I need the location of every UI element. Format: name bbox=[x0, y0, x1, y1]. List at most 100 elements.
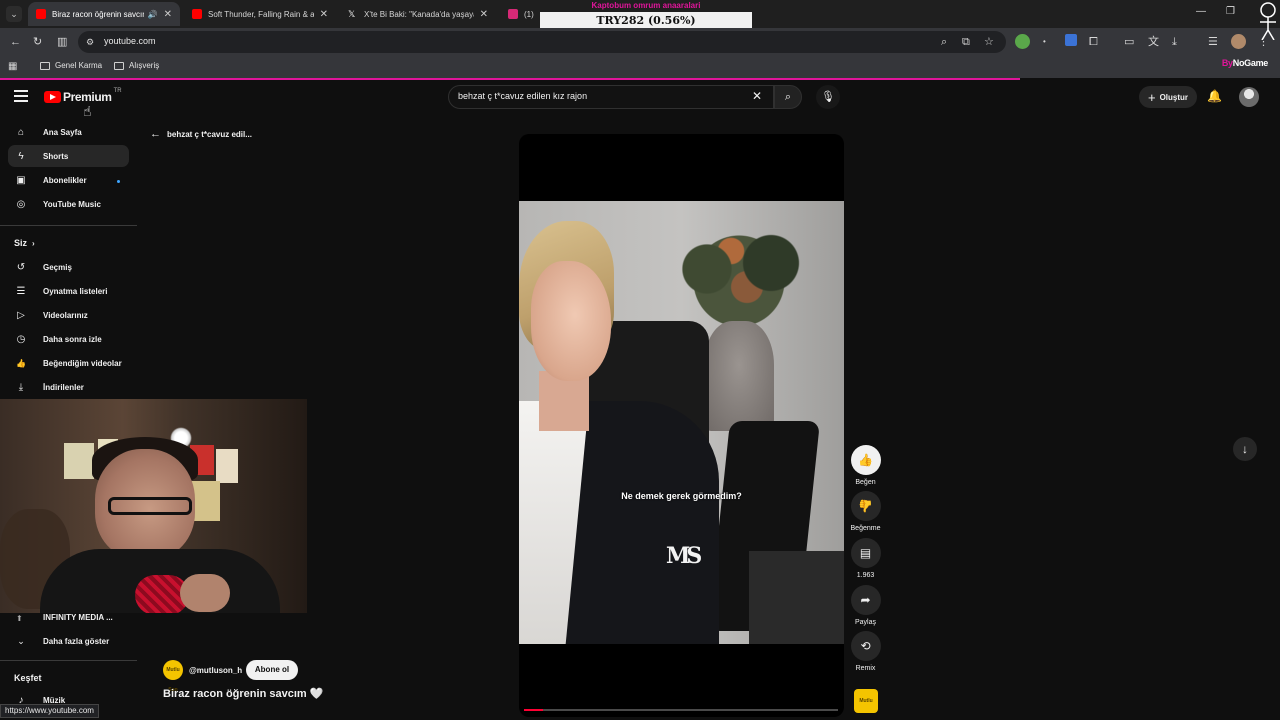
minimize-icon[interactable]: — bbox=[1196, 6, 1206, 17]
cast-icon[interactable]: ⧉ bbox=[962, 35, 970, 49]
channel-handle[interactable]: @mutluson_h bbox=[189, 666, 242, 675]
bookmark-folder[interactable]: Genel Karma bbox=[40, 61, 102, 70]
download-icon[interactable]: ⤓ bbox=[1172, 35, 1177, 49]
sidebar-item-subscriptions[interactable]: ▣ Abonelikler bbox=[8, 169, 129, 191]
sidebar-item-watch-later[interactable]: ◷ Daha sonra izle bbox=[8, 328, 129, 350]
chevron-down-icon: ⌄ bbox=[17, 635, 25, 646]
logo-brand-text: Premium bbox=[63, 90, 112, 104]
close-tab-icon[interactable]: ✕ bbox=[320, 9, 328, 20]
tab-title: Biraz racon öğrenin savcım bbox=[52, 9, 144, 19]
folder-icon bbox=[40, 61, 50, 70]
sound-thumbnail[interactable]: Mutlu Son bbox=[854, 689, 878, 713]
search-button[interactable]: ⌕ bbox=[774, 85, 802, 109]
youtube-favicon-icon bbox=[36, 9, 46, 19]
translate-icon[interactable]: 文 bbox=[1148, 35, 1159, 49]
sidebar-item-home[interactable]: ⌂ Ana Sayfa bbox=[8, 121, 129, 143]
bookmark-folder[interactable]: Alışveriş bbox=[114, 61, 159, 70]
browser-tab[interactable]: Soft Thunder, Falling Rain & a ✕ bbox=[184, 2, 336, 26]
microphone-icon: 🎙 bbox=[821, 91, 835, 103]
clear-search-icon[interactable]: ✕ bbox=[752, 89, 762, 103]
sidebar-item-your-videos[interactable]: ▷ Videolarınız bbox=[8, 304, 129, 326]
youtube-play-icon bbox=[44, 91, 61, 103]
site-info-icon[interactable]: ⚙ bbox=[86, 35, 94, 49]
close-tab-icon[interactable]: ✕ bbox=[480, 9, 488, 20]
remix-button[interactable]: ⟲ Remix bbox=[849, 631, 882, 672]
sidebar-item-history[interactable]: ↺ Geçmiş bbox=[8, 256, 129, 278]
sidebar-item-shorts[interactable]: ϟ Shorts bbox=[8, 145, 129, 167]
create-button[interactable]: + Oluştur bbox=[1139, 86, 1197, 108]
arrow-down-icon: ↓ bbox=[1242, 442, 1248, 456]
subscriptions-icon: ▣ bbox=[16, 174, 26, 186]
reading-list-icon[interactable]: ☰ bbox=[1208, 35, 1218, 49]
stream-overlay: Kaptobum omrum anaaralari TRY282 (0.56%) bbox=[540, 0, 752, 31]
sidebar-item-label: Beğendiğim videolar bbox=[43, 358, 122, 368]
account-avatar[interactable] bbox=[1239, 87, 1259, 107]
notifications-bell-icon[interactable]: 🔔 bbox=[1207, 89, 1222, 103]
sidebar-item-downloads[interactable]: ⤓ İndirilenler bbox=[8, 376, 129, 398]
youtube-premium-logo[interactable]: Premium TR bbox=[44, 88, 122, 104]
extension-icon[interactable] bbox=[1015, 34, 1030, 49]
video-progress-bar[interactable] bbox=[524, 709, 838, 711]
address-bar[interactable] bbox=[78, 31, 1006, 53]
channel-avatar-small[interactable]: ⬆ bbox=[16, 612, 23, 626]
sidebar-item-liked-videos[interactable]: 👍 Beğendiğim videolar bbox=[8, 352, 129, 374]
video-progress-fill bbox=[524, 709, 543, 711]
dislike-button[interactable]: 👍 Beğenme bbox=[849, 491, 882, 532]
sidebar-item-label: İndirilenler bbox=[43, 382, 84, 392]
extension-dot-icon[interactable]: • bbox=[1043, 35, 1046, 49]
maximize-icon[interactable]: ❐ bbox=[1226, 6, 1235, 17]
back-icon[interactable]: ← bbox=[10, 35, 21, 49]
browser-tab-active[interactable]: Biraz racon öğrenin savcım 🔊 ✕ bbox=[28, 2, 180, 26]
country-code: TR bbox=[113, 88, 122, 94]
subscribe-button[interactable]: Abone ol bbox=[246, 660, 298, 680]
sidebar-toggle-icon[interactable]: ▥ bbox=[57, 35, 67, 49]
zoom-icon[interactable]: ⌕ bbox=[941, 35, 947, 49]
search-icon: ⌕ bbox=[784, 91, 792, 103]
next-short-button[interactable]: ↓ bbox=[1233, 437, 1257, 461]
you-heading-label: Siz bbox=[14, 238, 28, 248]
x-favicon-icon: 𝕏 bbox=[348, 9, 356, 19]
show-more-button[interactable]: ⌄ Daha fazla göster bbox=[8, 630, 129, 652]
watch-later-icon: ◷ bbox=[16, 333, 26, 345]
profile-avatar-icon[interactable] bbox=[1231, 34, 1246, 49]
sidebar-item-youtube-music[interactable]: ◎ YouTube Music bbox=[8, 193, 129, 215]
bynogame-logo-by: By bbox=[1221, 58, 1233, 68]
sidebar-you-heading[interactable]: Siz › bbox=[14, 238, 35, 248]
dislike-label: Beğenme bbox=[850, 525, 881, 532]
shorts-video-player[interactable] bbox=[519, 134, 844, 717]
sidebar-subscription-channel[interactable]: INFINITY MEDIA ... bbox=[43, 613, 113, 622]
create-label: Oluştur bbox=[1159, 92, 1189, 102]
url-text[interactable]: youtube.com bbox=[104, 36, 156, 46]
streamer-webcam-overlay bbox=[0, 399, 307, 613]
browser-tab[interactable]: 𝕏 X'te Bi Baki: "Kanada'da yaşaya ✕ bbox=[340, 2, 496, 26]
translate-extension-icon[interactable] bbox=[1065, 34, 1077, 46]
tab-search-icon[interactable]: ⌄ bbox=[6, 6, 22, 22]
channel-watermark: MS bbox=[666, 543, 702, 569]
tab-title: X'te Bi Baki: "Kanada'da yaşaya bbox=[364, 9, 474, 19]
voice-search-button[interactable]: 🎙 bbox=[816, 85, 840, 109]
share-button[interactable]: ➦ Paylaş bbox=[849, 585, 882, 626]
video-frame bbox=[519, 201, 844, 644]
back-to-search-link[interactable]: ← behzat ç t*cavuz edil... bbox=[150, 128, 252, 140]
close-tab-icon[interactable]: ✕ bbox=[164, 9, 172, 20]
like-button[interactable]: 👍 Beğen bbox=[849, 445, 882, 486]
bynogame-logo-game: Game bbox=[1244, 58, 1268, 68]
channel-avatar[interactable]: Mutlu Son bbox=[163, 660, 183, 693]
comments-button[interactable]: ▤ 1.963 bbox=[849, 538, 882, 579]
history-icon: ↺ bbox=[16, 261, 26, 273]
search-query[interactable]: behzat ç t*cavuz edilen kız rajon bbox=[458, 91, 587, 101]
bynogame-logo: ByNoGame bbox=[1222, 58, 1268, 68]
reload-icon[interactable]: ↻ bbox=[33, 35, 42, 49]
apps-grid-icon[interactable]: ▦ bbox=[8, 60, 17, 74]
extensions-puzzle-icon[interactable]: ⧠ bbox=[1089, 35, 1098, 49]
page-load-progress bbox=[0, 78, 1020, 80]
sidebar-item-playlists[interactable]: ☰ Oynatma listeleri bbox=[8, 280, 129, 302]
thumbs-up-icon: 👍 bbox=[858, 453, 873, 467]
audio-icon[interactable]: 🔊 bbox=[148, 10, 158, 19]
browser-tab[interactable]: (1) Ins bbox=[500, 2, 544, 26]
sidebar-item-label: YouTube Music bbox=[43, 199, 101, 209]
media-control-icon[interactable]: ▭ bbox=[1124, 35, 1134, 49]
share-arrow-icon: ➦ bbox=[860, 593, 871, 607]
bookmark-star-icon[interactable]: ☆ bbox=[984, 35, 994, 49]
guide-menu-icon[interactable] bbox=[14, 90, 28, 104]
